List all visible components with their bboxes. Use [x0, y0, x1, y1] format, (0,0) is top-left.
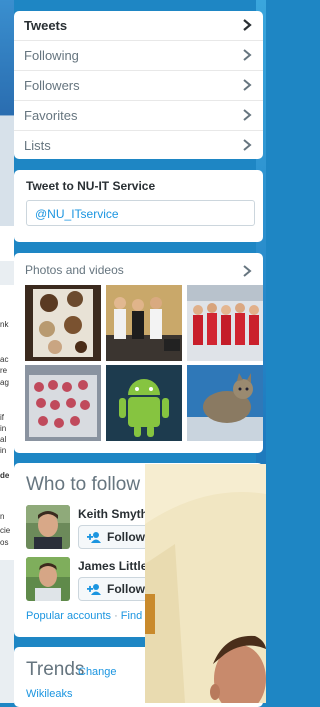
avatar[interactable] [26, 557, 70, 601]
user-name[interactable]: Keith Smyth [78, 507, 148, 521]
trends-title: Trends [26, 659, 85, 680]
nav-item-tweets[interactable]: Tweets [14, 11, 263, 41]
profile-nav-panel: Tweets Following Followers Favorites Lis… [14, 11, 263, 159]
add-user-icon [87, 584, 101, 595]
avatar[interactable] [26, 505, 70, 549]
bg-fragment: ac [0, 355, 9, 364]
follow-label: Follow [107, 530, 145, 544]
find-friends-link[interactable]: Find [121, 610, 142, 622]
chevron-right-icon[interactable] [241, 264, 253, 278]
bg-fragment: os [0, 538, 9, 547]
bg-fragment: al [0, 435, 7, 444]
bg-fragment: de [0, 471, 10, 480]
who-to-follow-title: Who to follow · [26, 474, 150, 496]
nav-item-label: Tweets [24, 18, 68, 33]
popular-accounts-link[interactable]: Popular accounts [26, 610, 111, 622]
user-name[interactable]: James Little [78, 559, 147, 573]
bg-fragment: in [0, 424, 7, 433]
trends-separator: · [71, 666, 75, 678]
who-to-follow-footer: Popular accounts · Find [26, 610, 142, 622]
photo-thumbnail-cakes[interactable] [25, 285, 101, 361]
bg-fragment: n [0, 512, 5, 521]
bg-fragment: cie [0, 526, 11, 535]
chevron-right-icon [243, 109, 252, 121]
photos-panel: Photos and videos [14, 253, 263, 453]
nav-item-label: Lists [24, 138, 51, 153]
tweet-to-panel: Tweet to NU-IT Service @NU_ITservice [14, 170, 263, 242]
follow-label: Follow [107, 582, 145, 596]
tweet-to-title: Tweet to NU-IT Service [26, 179, 156, 193]
bg-fragment: if [0, 413, 4, 422]
chevron-right-icon [243, 19, 252, 31]
photo-thumbnail-team[interactable] [187, 285, 263, 361]
nav-item-label: Favorites [24, 108, 78, 123]
change-trends-link[interactable]: Change [78, 666, 117, 678]
bg-fragment: in [0, 446, 7, 455]
overlapping-photo [145, 464, 266, 703]
nav-item-lists[interactable]: Lists [14, 131, 263, 159]
add-user-icon [87, 532, 101, 543]
who-to-follow-heading: Who to follow [26, 474, 141, 495]
chevron-right-icon [243, 49, 252, 61]
bg-fragment: re [0, 366, 8, 375]
photo-thumbnail-group[interactable] [106, 285, 182, 361]
nav-item-label: Following [24, 48, 79, 63]
background-page-strip: nk ac re ag if in al in de n cie os [0, 0, 14, 703]
nav-item-followers[interactable]: Followers [14, 71, 263, 101]
bg-fragment: nk [0, 320, 9, 329]
photos-title[interactable]: Photos and videos [25, 263, 124, 277]
footer-separator: · [114, 610, 118, 622]
chevron-right-icon [243, 139, 252, 151]
tweet-to-input[interactable]: @NU_ITservice [26, 200, 255, 226]
nav-item-label: Followers [24, 78, 80, 93]
nav-item-following[interactable]: Following [14, 41, 263, 71]
photo-thumbnail-cat[interactable] [187, 365, 263, 441]
chevron-right-icon [243, 79, 252, 91]
photo-thumbnail-android[interactable] [106, 365, 182, 441]
nav-item-favorites[interactable]: Favorites [14, 101, 263, 131]
bg-fragment: ag [0, 378, 9, 387]
trend-item[interactable]: Wikileaks [26, 688, 72, 700]
photo-thumbnail-cupcakes[interactable] [25, 365, 101, 441]
